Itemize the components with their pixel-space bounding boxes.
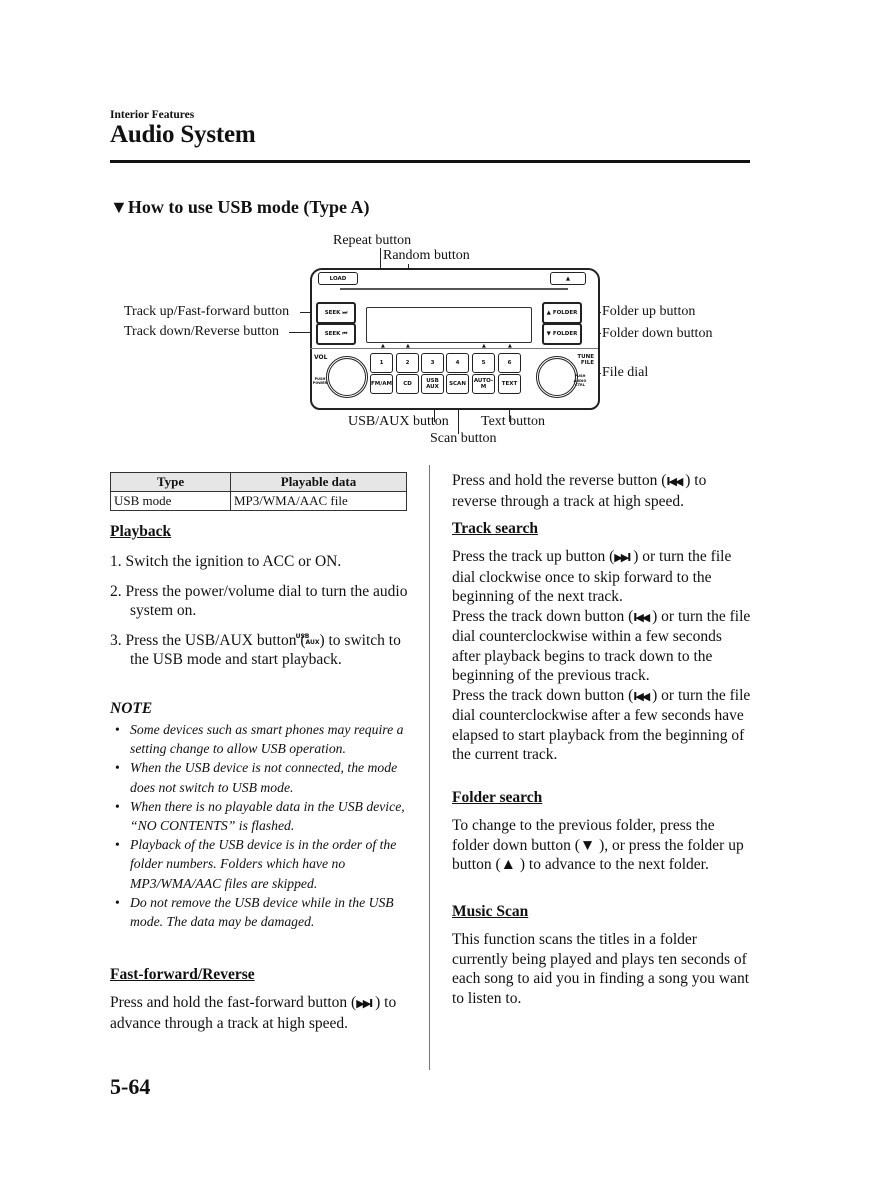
power-volume-dial[interactable]	[326, 356, 368, 398]
preset-marker: ▲	[381, 343, 385, 349]
radio-faceplate: LOAD ▲ SEEK ⏭ SEEK ⏮ ▲ FOLDER ▼ FOLDER ▲…	[310, 268, 600, 410]
preset-6-button[interactable]: 6	[498, 353, 521, 373]
folder-up-icon: ▲	[500, 856, 516, 873]
track-search-p3: Press the track down button (I◀◀ ) or tu…	[452, 686, 752, 765]
usb-aux-button[interactable]: USB AUX	[421, 374, 444, 394]
usb-aux-icon-bottom: AUX	[305, 638, 320, 646]
callout-file-dial: File dial	[602, 365, 649, 380]
load-button[interactable]: LOAD	[318, 272, 358, 285]
preset-5-button[interactable]: 5	[472, 353, 495, 373]
note-item: Some devices such as smart phones may re…	[110, 720, 410, 758]
step-1: 1. Switch the ignition to ACC or ON.	[110, 553, 342, 570]
folder-search-text: To change to the previous folder, press …	[452, 816, 752, 875]
music-scan-heading: Music Scan	[452, 903, 529, 920]
tune-file-label: TUNE FILE	[577, 354, 594, 366]
track-search-heading: Track search	[452, 520, 538, 537]
callout-folder-down: Folder down button	[602, 326, 713, 341]
seek-down-button[interactable]: SEEK ⏮	[316, 323, 356, 345]
callout-track-up: Track up/Fast-forward button	[124, 304, 290, 319]
ff-text-a: Press and hold the fast-forward button (	[110, 994, 357, 1011]
preset-marker: ▲	[482, 343, 486, 349]
table-row: USB mode MP3/WMA/AAC file	[110, 491, 407, 511]
page-number: 5-64	[110, 1074, 151, 1099]
callout-random: Random button	[383, 248, 470, 263]
note-title: NOTE	[110, 700, 153, 717]
folder-down-button[interactable]: ▼ FOLDER	[542, 323, 582, 345]
eject-button[interactable]: ▲	[550, 272, 586, 285]
preset-marker: ▲	[406, 343, 410, 349]
fast-forward-icon: ▶▶I	[356, 997, 373, 1010]
radio-display	[366, 307, 532, 343]
track-search-p2: Press the track down button (I◀◀ ) or tu…	[452, 607, 752, 686]
table-cell: MP3/WMA/AAC file	[230, 491, 407, 511]
fast-forward-text: Press and hold the fast-forward button (…	[110, 993, 410, 1033]
table-cell: USB mode	[110, 491, 231, 511]
preset-4-button[interactable]: 4	[446, 353, 469, 373]
ts-p2-a: Press the track down button (	[452, 607, 634, 625]
text-button[interactable]: TEXT	[498, 374, 521, 394]
push-power-label: PUSH POWER	[312, 377, 328, 385]
reverse-icon: I◀◀	[666, 475, 683, 488]
fast-forward-heading: Fast-forward/Reverse	[110, 966, 255, 983]
reverse-text: Press and hold the reverse button (I◀◀ )…	[452, 471, 752, 511]
table-header-row: Type Playable data	[110, 472, 407, 492]
subsection-title: ▼How to use USB mode (Type A)	[110, 197, 370, 218]
preset-3-button[interactable]: 3	[421, 353, 444, 373]
folder-down-icon: ▼	[579, 836, 596, 854]
note-list: Some devices such as smart phones may re…	[110, 720, 410, 931]
usb-aux-icon: USB AUX	[296, 633, 320, 646]
reverse-icon: I◀◀	[633, 689, 650, 703]
auto-m-button[interactable]: AUTO-M	[472, 374, 495, 394]
rev-text-a: Press and hold the reverse button (	[452, 472, 667, 489]
track-search-p1: Press the track up button (▶▶I ) or turn…	[452, 547, 752, 607]
triangle-down-icon: ▼	[110, 197, 128, 217]
preset-2-button[interactable]: 2	[396, 353, 419, 373]
track-search-text: Press the track up button (▶▶I ) or turn…	[452, 547, 752, 765]
preset-marker: ▲	[508, 343, 512, 349]
push-audio-ctrl-label: PUSH AUDIO CTRL	[573, 374, 587, 387]
step-2: 2. Press the power/volume dial to turn t…	[110, 582, 408, 620]
subsection-title-text: How to use USB mode (Type A)	[127, 197, 370, 217]
note-item: When the USB device is not connected, th…	[110, 758, 410, 796]
ts-p1-a: Press the track up button (	[452, 548, 615, 565]
callout-track-down: Track down/Reverse button	[124, 324, 280, 339]
callout-folder-up: Folder up button	[602, 304, 696, 319]
folder-search-heading: Folder search	[452, 789, 543, 806]
music-scan-text: This function scans the titles in a fold…	[452, 931, 750, 1007]
playable-data-table: Type Playable data USB mode MP3/WMA/AAC …	[110, 472, 407, 511]
seek-up-button[interactable]: SEEK ⏭	[316, 302, 356, 324]
note-item: Do not remove the USB device while in th…	[110, 893, 410, 931]
section-label: Interior Features	[110, 109, 195, 121]
step-3: 3. Press the USB/AUX button (USB AUX) to …	[110, 631, 420, 670]
column-divider	[429, 465, 430, 1070]
step-3-text-a: 3. Press the USB/AUX button (	[110, 631, 306, 649]
cd-button[interactable]: CD	[396, 374, 419, 394]
note-item: Playback of the USB device is in the ord…	[110, 835, 410, 893]
playback-heading: Playback	[110, 523, 172, 540]
preset-1-button[interactable]: 1	[370, 353, 393, 373]
reverse-icon: I◀◀	[633, 610, 650, 624]
cd-slot	[340, 288, 568, 290]
callout-scan: Scan button	[430, 431, 497, 446]
table-header: Playable data	[230, 472, 407, 492]
scan-button[interactable]: SCAN	[446, 374, 469, 394]
folder-up-button[interactable]: ▲ FOLDER	[542, 302, 582, 324]
playback-steps: 1. Switch the ignition to ACC or ON. 2. …	[110, 552, 420, 670]
ts-p3-a: Press the track down button (	[452, 686, 634, 704]
header-rule	[110, 160, 750, 163]
callout-text: Text button	[481, 414, 545, 429]
page-title: Audio System	[110, 121, 256, 148]
panel-divider	[310, 348, 598, 349]
fm-am-button[interactable]: FM/AM	[370, 374, 393, 394]
table-header: Type	[110, 472, 231, 492]
fs-text-c: ) to advance to the next folder.	[516, 856, 709, 873]
callout-repeat: Repeat button	[333, 233, 412, 248]
fast-forward-icon: ▶▶I	[614, 551, 631, 564]
vol-label: VOL	[314, 354, 328, 361]
note-item: When there is no playable data in the US…	[110, 797, 410, 835]
